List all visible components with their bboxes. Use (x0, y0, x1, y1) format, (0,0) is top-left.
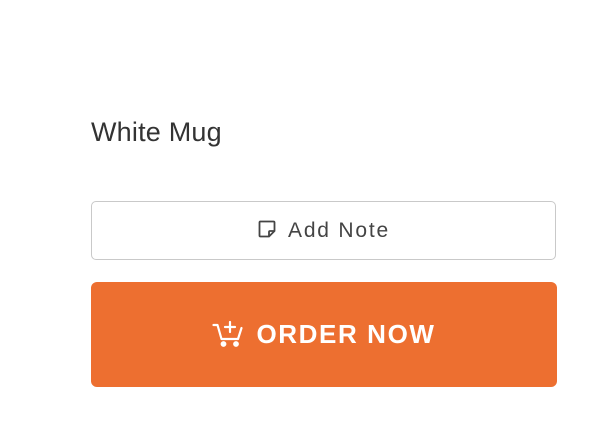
note-icon (257, 219, 277, 239)
cart-plus-icon (212, 318, 244, 348)
order-now-button[interactable]: ORDER NOW (91, 282, 557, 387)
order-now-label: ORDER NOW (256, 319, 436, 349)
product-title: White Mug (91, 117, 222, 147)
add-note-label: Add Note (288, 218, 390, 242)
add-note-button[interactable]: Add Note (91, 201, 556, 260)
